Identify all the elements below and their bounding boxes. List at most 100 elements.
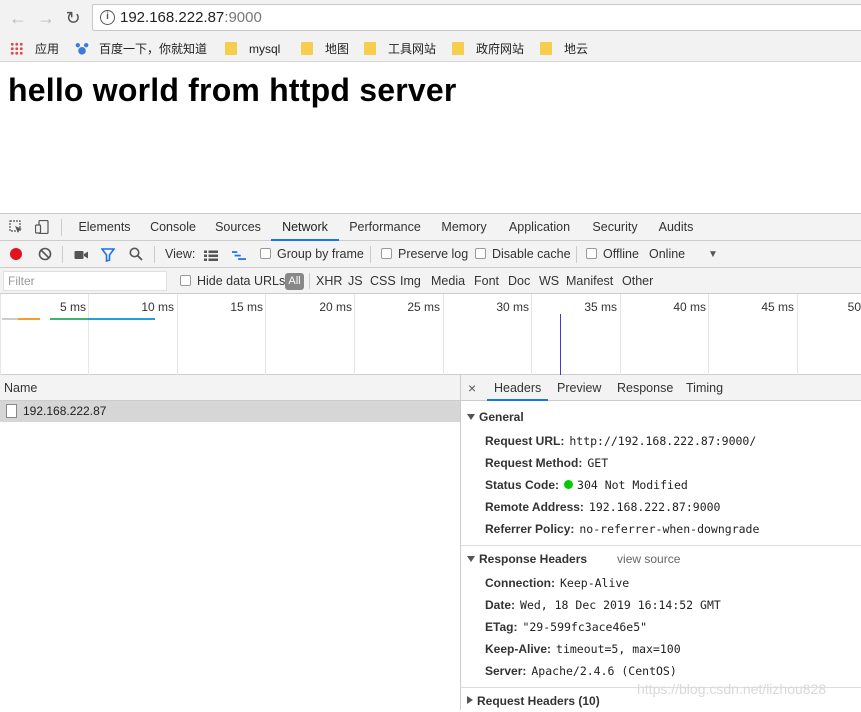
waterfall-overview-icon[interactable] [232, 249, 246, 263]
response-header-connection: Connection: Keep-Alive [485, 576, 630, 590]
divider [576, 246, 577, 263]
section-divider [461, 545, 861, 546]
timeline-tick-label: 35 ms [584, 300, 617, 314]
timeline-gridline [265, 294, 266, 375]
tab-preview[interactable]: Preview [557, 375, 601, 401]
tab-performance[interactable]: Performance [344, 214, 426, 241]
tab-security[interactable]: Security [586, 214, 644, 241]
bookmarks-bar: 应用 百度一下，你就知道 mysql 地图 工具网站 政府网站 地云 [0, 36, 861, 62]
device-toolbar-icon[interactable] [35, 220, 49, 234]
divider [309, 273, 310, 289]
tab-elements[interactable]: Elements [72, 214, 137, 241]
general-section-header[interactable]: General [461, 406, 861, 428]
bookmark-tools[interactable]: 工具网站 [364, 40, 436, 58]
group-by-frame-checkbox[interactable]: Group by frame [260, 241, 364, 268]
checkbox-box[interactable] [260, 248, 271, 259]
filter-type-js[interactable]: JS [348, 268, 363, 294]
offline-checkbox[interactable]: Offline [586, 241, 639, 268]
back-arrow-icon[interactable]: ← [7, 7, 29, 29]
devtools-tab-bar: Elements Console Sources Network Perform… [0, 214, 861, 241]
timeline-tick-label: 10 ms [141, 300, 174, 314]
timeline-gridline [88, 294, 89, 375]
divider [154, 246, 155, 263]
watermark: https://blog.csdn.net/lizhou828 [637, 681, 827, 697]
disable-cache-checkbox[interactable]: Disable cache [475, 241, 571, 268]
timeline-tick-label: 30 ms [496, 300, 529, 314]
filter-type-media[interactable]: Media [431, 268, 465, 294]
large-rows-icon[interactable] [204, 249, 218, 263]
name-column-header[interactable]: Name [0, 375, 460, 401]
view-source-link[interactable]: view source [617, 552, 680, 566]
tab-headers[interactable]: Headers [487, 375, 549, 401]
tab-audits[interactable]: Audits [652, 214, 700, 241]
page-heading: hello world from httpd server [8, 72, 457, 108]
timeline-gridline [177, 294, 178, 375]
tab-response[interactable]: Response [617, 375, 673, 401]
preserve-log-checkbox[interactable]: Preserve log [381, 241, 468, 268]
info-icon[interactable]: i [100, 10, 115, 25]
timeline-tick-label: 25 ms [407, 300, 440, 314]
close-icon[interactable]: × [468, 375, 476, 401]
bookmark-baidu[interactable]: 百度一下，你就知道 [75, 40, 207, 58]
baidu-paw-icon [75, 41, 89, 55]
bookmark-mysql[interactable]: mysql [225, 40, 280, 58]
timeline-bar-queue [2, 318, 18, 320]
folder-icon [452, 42, 464, 55]
throttling-select[interactable]: Online [649, 241, 685, 268]
hide-data-urls-checkbox[interactable]: Hide data URLs [180, 268, 285, 294]
filter-type-all[interactable]: All [285, 273, 304, 290]
url-text[interactable]: 192.168.222.87:9000 [120, 9, 262, 26]
clear-icon[interactable] [38, 247, 52, 261]
reload-icon[interactable]: ↻ [62, 7, 84, 29]
filter-type-xhr[interactable]: XHR [316, 268, 342, 294]
timeline-overview[interactable]: 5 ms 10 ms 15 ms 20 ms 25 ms 30 ms 35 ms… [0, 294, 861, 375]
divider [62, 246, 63, 263]
view-label: View: [165, 247, 196, 261]
capture-screenshots-icon[interactable] [74, 248, 88, 262]
apps-grid-icon [10, 42, 23, 55]
response-header-date: Date: Wed, 18 Dec 2019 16:14:52 GMT [485, 598, 721, 612]
filter-type-img[interactable]: Img [400, 268, 421, 294]
filter-type-font[interactable]: Font [474, 268, 499, 294]
filter-type-doc[interactable]: Doc [508, 268, 530, 294]
tab-console[interactable]: Console [143, 214, 203, 241]
triangle-down-icon [467, 414, 475, 420]
chevron-down-icon[interactable]: ▼ [708, 241, 718, 268]
bookmark-map[interactable]: 地图 [301, 40, 349, 58]
checkbox-box[interactable] [180, 275, 191, 286]
bookmark-gov[interactable]: 政府网站 [452, 40, 524, 58]
tab-network[interactable]: Network [271, 214, 339, 241]
checkbox-box[interactable] [475, 248, 486, 259]
network-toolbar: View: Group by frame Preserve log Disabl… [0, 241, 861, 268]
filter-type-manifest[interactable]: Manifest [566, 268, 613, 294]
timeline-gridline [708, 294, 709, 375]
checkbox-box[interactable] [586, 248, 597, 259]
response-headers-section-header[interactable]: Response Headers view source [461, 548, 861, 570]
tab-timing[interactable]: Timing [686, 375, 723, 401]
checkbox-box[interactable] [381, 248, 392, 259]
tab-application[interactable]: Application [503, 214, 576, 241]
devtools-panel: Elements Console Sources Network Perform… [0, 213, 861, 710]
inspect-element-icon[interactable] [9, 220, 23, 234]
bookmark-diyun[interactable]: 地云 [540, 40, 588, 58]
request-row[interactable]: 192.168.222.87 [0, 401, 460, 422]
timeline-bar-waiting [50, 318, 88, 320]
bookmark-apps[interactable]: 应用 [10, 40, 59, 58]
address-bar[interactable]: i 192.168.222.87:9000 [92, 4, 861, 31]
tab-sources[interactable]: Sources [209, 214, 267, 241]
search-icon[interactable] [129, 247, 143, 261]
filter-input[interactable]: Filter [3, 271, 167, 291]
filter-type-css[interactable]: CSS [370, 268, 396, 294]
filter-funnel-icon[interactable] [101, 248, 115, 262]
folder-icon [364, 42, 376, 55]
tab-memory[interactable]: Memory [434, 214, 494, 241]
timeline-gridline [443, 294, 444, 375]
forward-arrow-icon[interactable]: → [35, 7, 57, 29]
filter-type-ws[interactable]: WS [539, 268, 559, 294]
record-icon[interactable] [9, 247, 23, 261]
header-request-method: Request Method: GET [485, 456, 609, 470]
timeline-gridline [354, 294, 355, 375]
header-status-code: Status Code: 304 Not Modified [485, 478, 688, 492]
filter-type-other[interactable]: Other [622, 268, 653, 294]
divider [61, 219, 62, 236]
